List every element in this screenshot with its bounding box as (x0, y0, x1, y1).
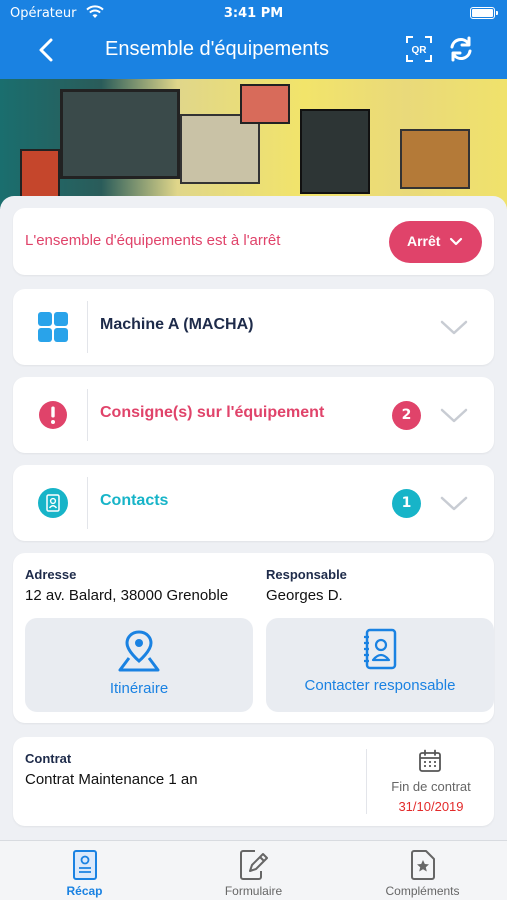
page-title: Ensemble d'équipements (105, 38, 329, 60)
chevron-down-icon[interactable] (439, 319, 469, 337)
state-dropdown-button[interactable]: Arrêt (389, 221, 482, 263)
chevron-down-icon (449, 237, 463, 246)
contact-manager-button[interactable]: Contacter responsable (266, 618, 494, 712)
chevron-down-icon[interactable] (439, 407, 469, 425)
machine-row[interactable]: Machine A (MACHA) (13, 289, 494, 365)
contacts-label: Contacts (100, 492, 169, 509)
route-label: Itinéraire (109, 680, 169, 697)
manager-label: Responsable (266, 567, 347, 582)
form-icon (239, 850, 268, 880)
equipment-banner-image (0, 79, 507, 209)
contract-end-label: Fin de contrat (391, 779, 471, 794)
contract-end-date: 31/10/2019 (398, 799, 464, 814)
tab-complements[interactable]: Compléments (338, 841, 507, 900)
contract-label: Contrat (25, 751, 72, 766)
chevron-down-icon[interactable] (439, 495, 469, 513)
tab-recap-label: Récap (66, 884, 103, 898)
address-card: Adresse 12 av. Balard, 38000 Grenoble Re… (13, 553, 494, 723)
status-bar: Opérateur 3:41 PM (0, 5, 507, 24)
state-label: Arrêt (407, 233, 441, 249)
address-book-icon (38, 488, 68, 518)
recap-icon (72, 850, 97, 880)
qr-code-icon[interactable]: QR (405, 35, 433, 63)
contacts-count-badge: 1 (392, 489, 421, 518)
manager-value: Georges D. (266, 587, 343, 604)
address-label: Adresse (25, 567, 77, 582)
battery-icon (470, 7, 498, 19)
contract-value: Contrat Maintenance 1 an (25, 771, 198, 788)
address-value: 12 av. Balard, 38000 Grenoble (25, 587, 229, 604)
map-pin-icon (118, 630, 160, 672)
tab-bar: Récap Formulaire Compléments (0, 840, 507, 900)
tab-recap[interactable]: Récap (0, 841, 169, 900)
route-button[interactable]: Itinéraire (25, 618, 253, 712)
calendar-icon (419, 749, 441, 772)
clock-label: 3:41 PM (223, 6, 284, 21)
refresh-icon[interactable] (448, 35, 474, 63)
consigne-label: Consigne(s) sur l'équipement (100, 404, 325, 421)
content-sheet: L'ensemble d'équipements est à l'arrêt A… (0, 196, 507, 840)
back-icon[interactable] (34, 36, 60, 64)
consigne-row[interactable]: Consigne(s) sur l'équipement 2 (13, 377, 494, 453)
qr-label: QR (412, 45, 428, 56)
contacts-row[interactable]: Contacts 1 (13, 465, 494, 541)
tab-form[interactable]: Formulaire (169, 841, 338, 900)
address-book-icon (364, 628, 397, 670)
contact-manager-label: Contacter responsable (304, 677, 456, 694)
tab-complements-label: Compléments (385, 884, 460, 898)
complements-icon (410, 850, 435, 880)
tab-form-label: Formulaire (224, 884, 283, 898)
nav-bar: Ensemble d'équipements QR (0, 28, 507, 72)
top-bar: Opérateur 3:41 PM Ensemble d'équipements… (0, 0, 507, 79)
consigne-count-badge: 2 (392, 401, 421, 430)
stopped-message: L'ensemble d'équipements est à l'arrêt (25, 232, 281, 249)
status-card: L'ensemble d'équipements est à l'arrêt A… (13, 208, 494, 275)
contract-card: Contrat Contrat Maintenance 1 an Fin de … (13, 737, 494, 826)
grid-icon (38, 312, 68, 342)
alert-icon (39, 401, 67, 429)
machine-label: Machine A (MACHA) (100, 316, 254, 333)
